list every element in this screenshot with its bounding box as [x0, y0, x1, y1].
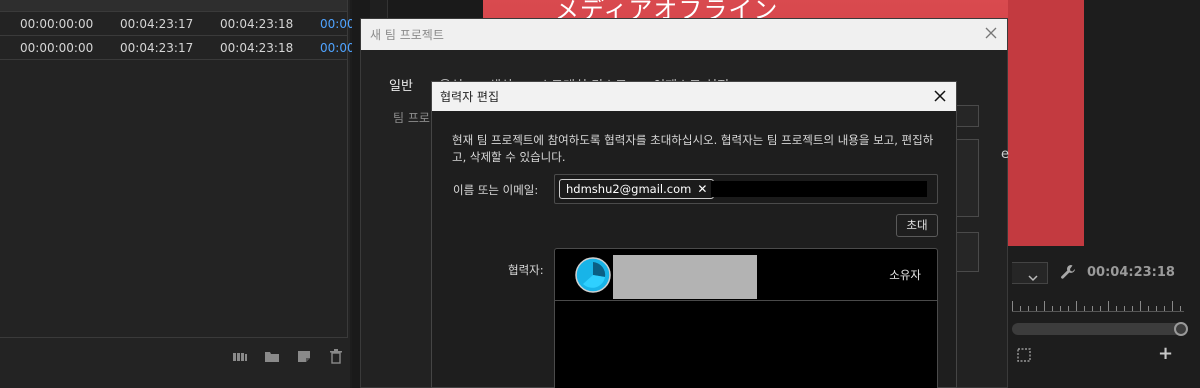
ruler-tick [1036, 306, 1037, 311]
ruler-tick [1060, 306, 1061, 311]
zoom-scrollbar[interactable] [1012, 322, 1188, 336]
trash-icon[interactable] [328, 348, 344, 364]
team-dialog-title: 새 팀 프로젝트 [370, 28, 444, 42]
collab-description: 현재 팀 프로젝트에 참여하도록 협력자를 초대하십시오. 협력자는 팀 프로젝… [452, 133, 934, 164]
resolution-dropdown[interactable] [1012, 262, 1048, 284]
team-project-name-label: 팀 프로 [393, 111, 430, 125]
ruler-tick [1148, 306, 1149, 311]
media-start-cell: 00:00:00:00 [20, 41, 94, 55]
scrollbar-handle[interactable] [1174, 322, 1188, 336]
ruler-tick [1132, 306, 1133, 311]
ruler-tick [1140, 301, 1141, 311]
tab-general[interactable]: 일반 [389, 75, 413, 94]
invite-button[interactable]: 초대 [896, 214, 938, 237]
media-duration-cell: 00:04:23:18 [220, 17, 294, 31]
ruler-tick [1076, 301, 1077, 311]
edit-collaborators-dialog: 협력자 편집 현재 팀 프로젝트에 참여하도록 협력자를 초대하십시오. 협력자… [431, 81, 957, 388]
ruler-tick [1100, 306, 1101, 311]
ruler-tick [1012, 301, 1013, 311]
table-row[interactable]: 00:00:00:00 00:04:23:17 00:04:23:18 00:0… [0, 36, 355, 60]
email-input[interactable] [711, 181, 927, 197]
project-toolbar [228, 348, 348, 368]
ruler-tick [1068, 306, 1069, 311]
ruler-tick [1092, 306, 1093, 311]
wrench-icon[interactable] [1060, 264, 1076, 280]
team-dialog-titlebar: 새 팀 프로젝트 [361, 19, 1007, 50]
collaborators-label: 협력자: [508, 263, 544, 277]
media-start-cell: 00:00:00:00 [20, 17, 94, 31]
ruler-tick [1084, 306, 1085, 311]
email-chip-text: hdmshu2@gmail.com [566, 182, 692, 196]
table-row[interactable]: 00:00:00:00 00:04:23:17 00:04:23:18 00:0… [0, 12, 355, 36]
video-in-cell: 00:00 [320, 17, 355, 31]
close-icon[interactable] [932, 88, 948, 104]
email-chip[interactable]: hdmshu2@gmail.com ✕ [559, 179, 715, 199]
collab-dialog-title: 협력자 편집 [440, 90, 500, 104]
peek-text: e [1001, 147, 1009, 162]
close-icon[interactable] [983, 25, 999, 41]
button-editor-icon[interactable] [1017, 347, 1031, 362]
collaborators-list[interactable]: 소유자 [554, 248, 938, 388]
avatar [575, 257, 611, 293]
email-label: 이름 또는 이메일: [453, 183, 539, 197]
time-ruler[interactable] [1012, 298, 1184, 312]
ruler-tick [1108, 301, 1109, 311]
media-end-cell: 00:04:23:17 [120, 17, 194, 31]
ruler-tick [1052, 306, 1053, 311]
new-bin-icon[interactable] [264, 348, 280, 364]
ruler-tick [1164, 306, 1165, 311]
video-in-cell: 00:00 [320, 41, 355, 55]
playhead-timecode[interactable]: 00:04:23:18 [1087, 265, 1175, 280]
add-button-icon[interactable]: + [1158, 345, 1173, 363]
library-icon[interactable] [232, 348, 248, 364]
collab-dialog-titlebar: 협력자 편집 [432, 82, 956, 111]
collaborator-name-redacted [613, 255, 757, 299]
remove-chip-icon[interactable]: ✕ [697, 182, 707, 196]
list-item[interactable]: 소유자 [555, 249, 937, 301]
ruler-tick [1020, 306, 1021, 311]
ruler-tick [1028, 306, 1029, 311]
media-duration-cell: 00:04:23:18 [220, 41, 294, 55]
new-item-icon[interactable] [296, 348, 312, 364]
table-header [0, 0, 347, 12]
program-monitor-frame-edge [1008, 0, 1084, 246]
collaborator-role: 소유자 [889, 268, 921, 282]
ruler-tick [1044, 301, 1045, 311]
ruler-tick [1156, 306, 1157, 311]
ruler-tick [1172, 301, 1173, 311]
ruler-tick [1116, 306, 1117, 311]
project-table: 00:00:00:00 00:04:23:17 00:04:23:18 00:0… [0, 0, 355, 338]
chevron-down-icon [1028, 268, 1038, 282]
ruler-tick [1180, 306, 1181, 311]
email-field[interactable]: hdmshu2@gmail.com ✕ [554, 174, 938, 204]
media-end-cell: 00:04:23:17 [120, 41, 194, 55]
project-panel: 00:00:00:00 00:04:23:17 00:04:23:18 00:0… [0, 0, 355, 388]
ruler-tick [1124, 306, 1125, 311]
